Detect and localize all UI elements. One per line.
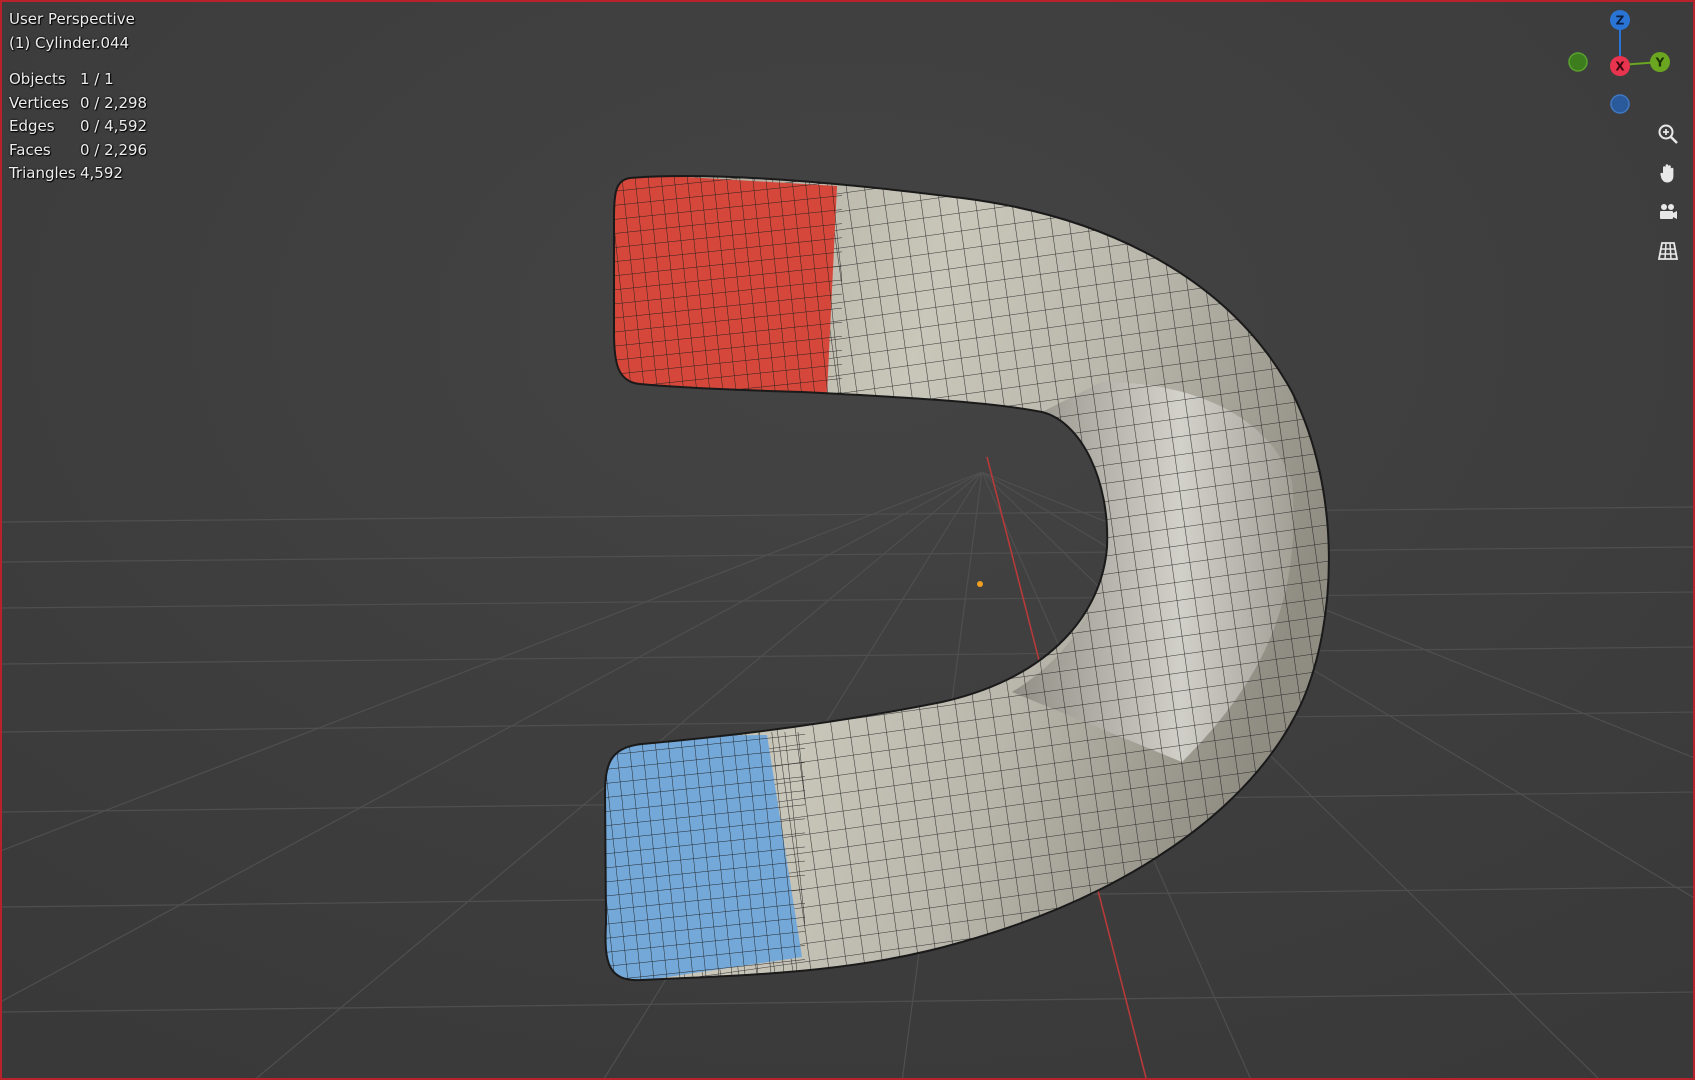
stat-vertices: Vertices 0 / 2,298 bbox=[9, 93, 148, 112]
neg-z-axis-handle[interactable] bbox=[1610, 94, 1630, 114]
camera-view-icon[interactable] bbox=[1651, 195, 1685, 229]
view-name: User Perspective bbox=[9, 10, 135, 28]
navigation-gizmo[interactable]: Z Y X bbox=[1543, 2, 1693, 127]
active-object-name: (1) Cylinder.044 bbox=[9, 33, 130, 52]
stat-edges: Edges 0 / 4,592 bbox=[9, 117, 148, 135]
stat-faces: Faces 0 / 2,296 bbox=[9, 140, 148, 159]
neg-y-axis-handle[interactable] bbox=[1568, 52, 1588, 72]
y-axis-handle[interactable]: Y bbox=[1650, 52, 1670, 72]
ortho-grid-icon[interactable] bbox=[1651, 234, 1685, 268]
viewport-info-overlay: User Perspective (1) Cylinder.044 Object… bbox=[9, 8, 147, 186]
svg-text:Y: Y bbox=[1655, 56, 1665, 70]
3d-viewport[interactable]: User Perspective (1) Cylinder.044 Object… bbox=[0, 0, 1695, 1080]
object-origin bbox=[977, 581, 983, 587]
pan-hand-icon[interactable] bbox=[1651, 156, 1685, 190]
svg-text:Z: Z bbox=[1616, 14, 1625, 28]
x-axis-handle[interactable]: X bbox=[1610, 56, 1630, 76]
svg-text:X: X bbox=[1615, 60, 1625, 74]
viewport-scene[interactable] bbox=[2, 2, 1695, 1080]
stat-objects: Objects 1 / 1 bbox=[9, 70, 114, 88]
stat-triangles: Triangles 4,592 bbox=[9, 164, 123, 182]
zoom-icon[interactable] bbox=[1651, 117, 1685, 151]
z-axis-handle[interactable]: Z bbox=[1610, 10, 1630, 30]
